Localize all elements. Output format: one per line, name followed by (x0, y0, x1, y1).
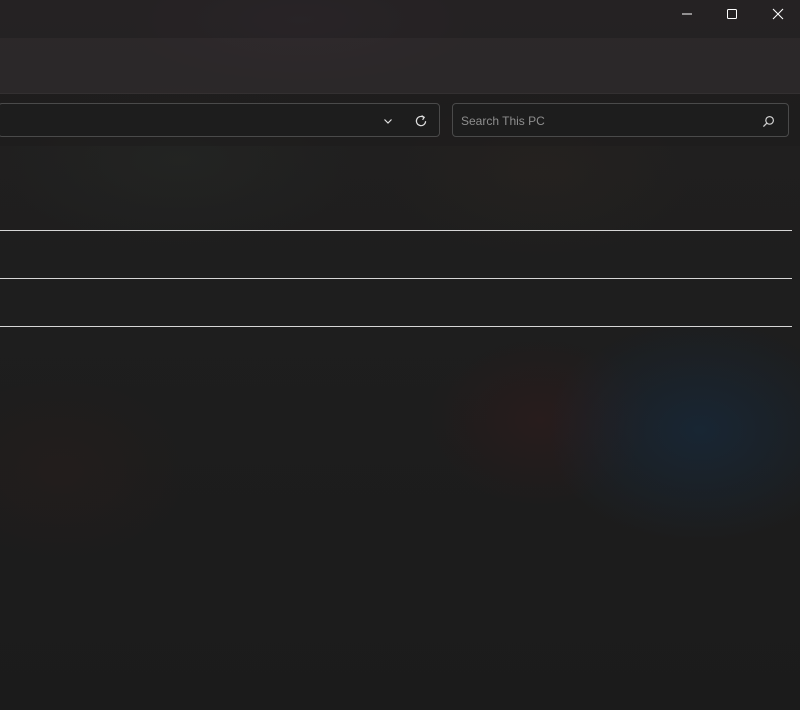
search-icon (762, 115, 774, 127)
search-button[interactable] (759, 112, 777, 130)
close-button[interactable] (755, 0, 800, 28)
search-input[interactable] (461, 111, 751, 131)
section-divider (0, 230, 792, 231)
address-dropdown-button[interactable] (377, 110, 399, 132)
refresh-button[interactable] (409, 109, 433, 133)
chevron-down-icon (384, 119, 392, 124)
address-bar[interactable] (0, 103, 440, 137)
file-content-area[interactable] (0, 146, 800, 710)
title-bar[interactable] (0, 0, 800, 38)
close-icon (772, 8, 784, 20)
minimize-icon (682, 13, 692, 15)
maximize-button[interactable] (709, 0, 755, 28)
maximize-icon (727, 9, 737, 19)
section-divider (0, 326, 792, 327)
section-divider (0, 278, 792, 279)
command-bar (0, 38, 800, 94)
refresh-icon (415, 115, 427, 127)
minimize-button[interactable] (664, 0, 710, 28)
search-box[interactable] (452, 103, 789, 137)
